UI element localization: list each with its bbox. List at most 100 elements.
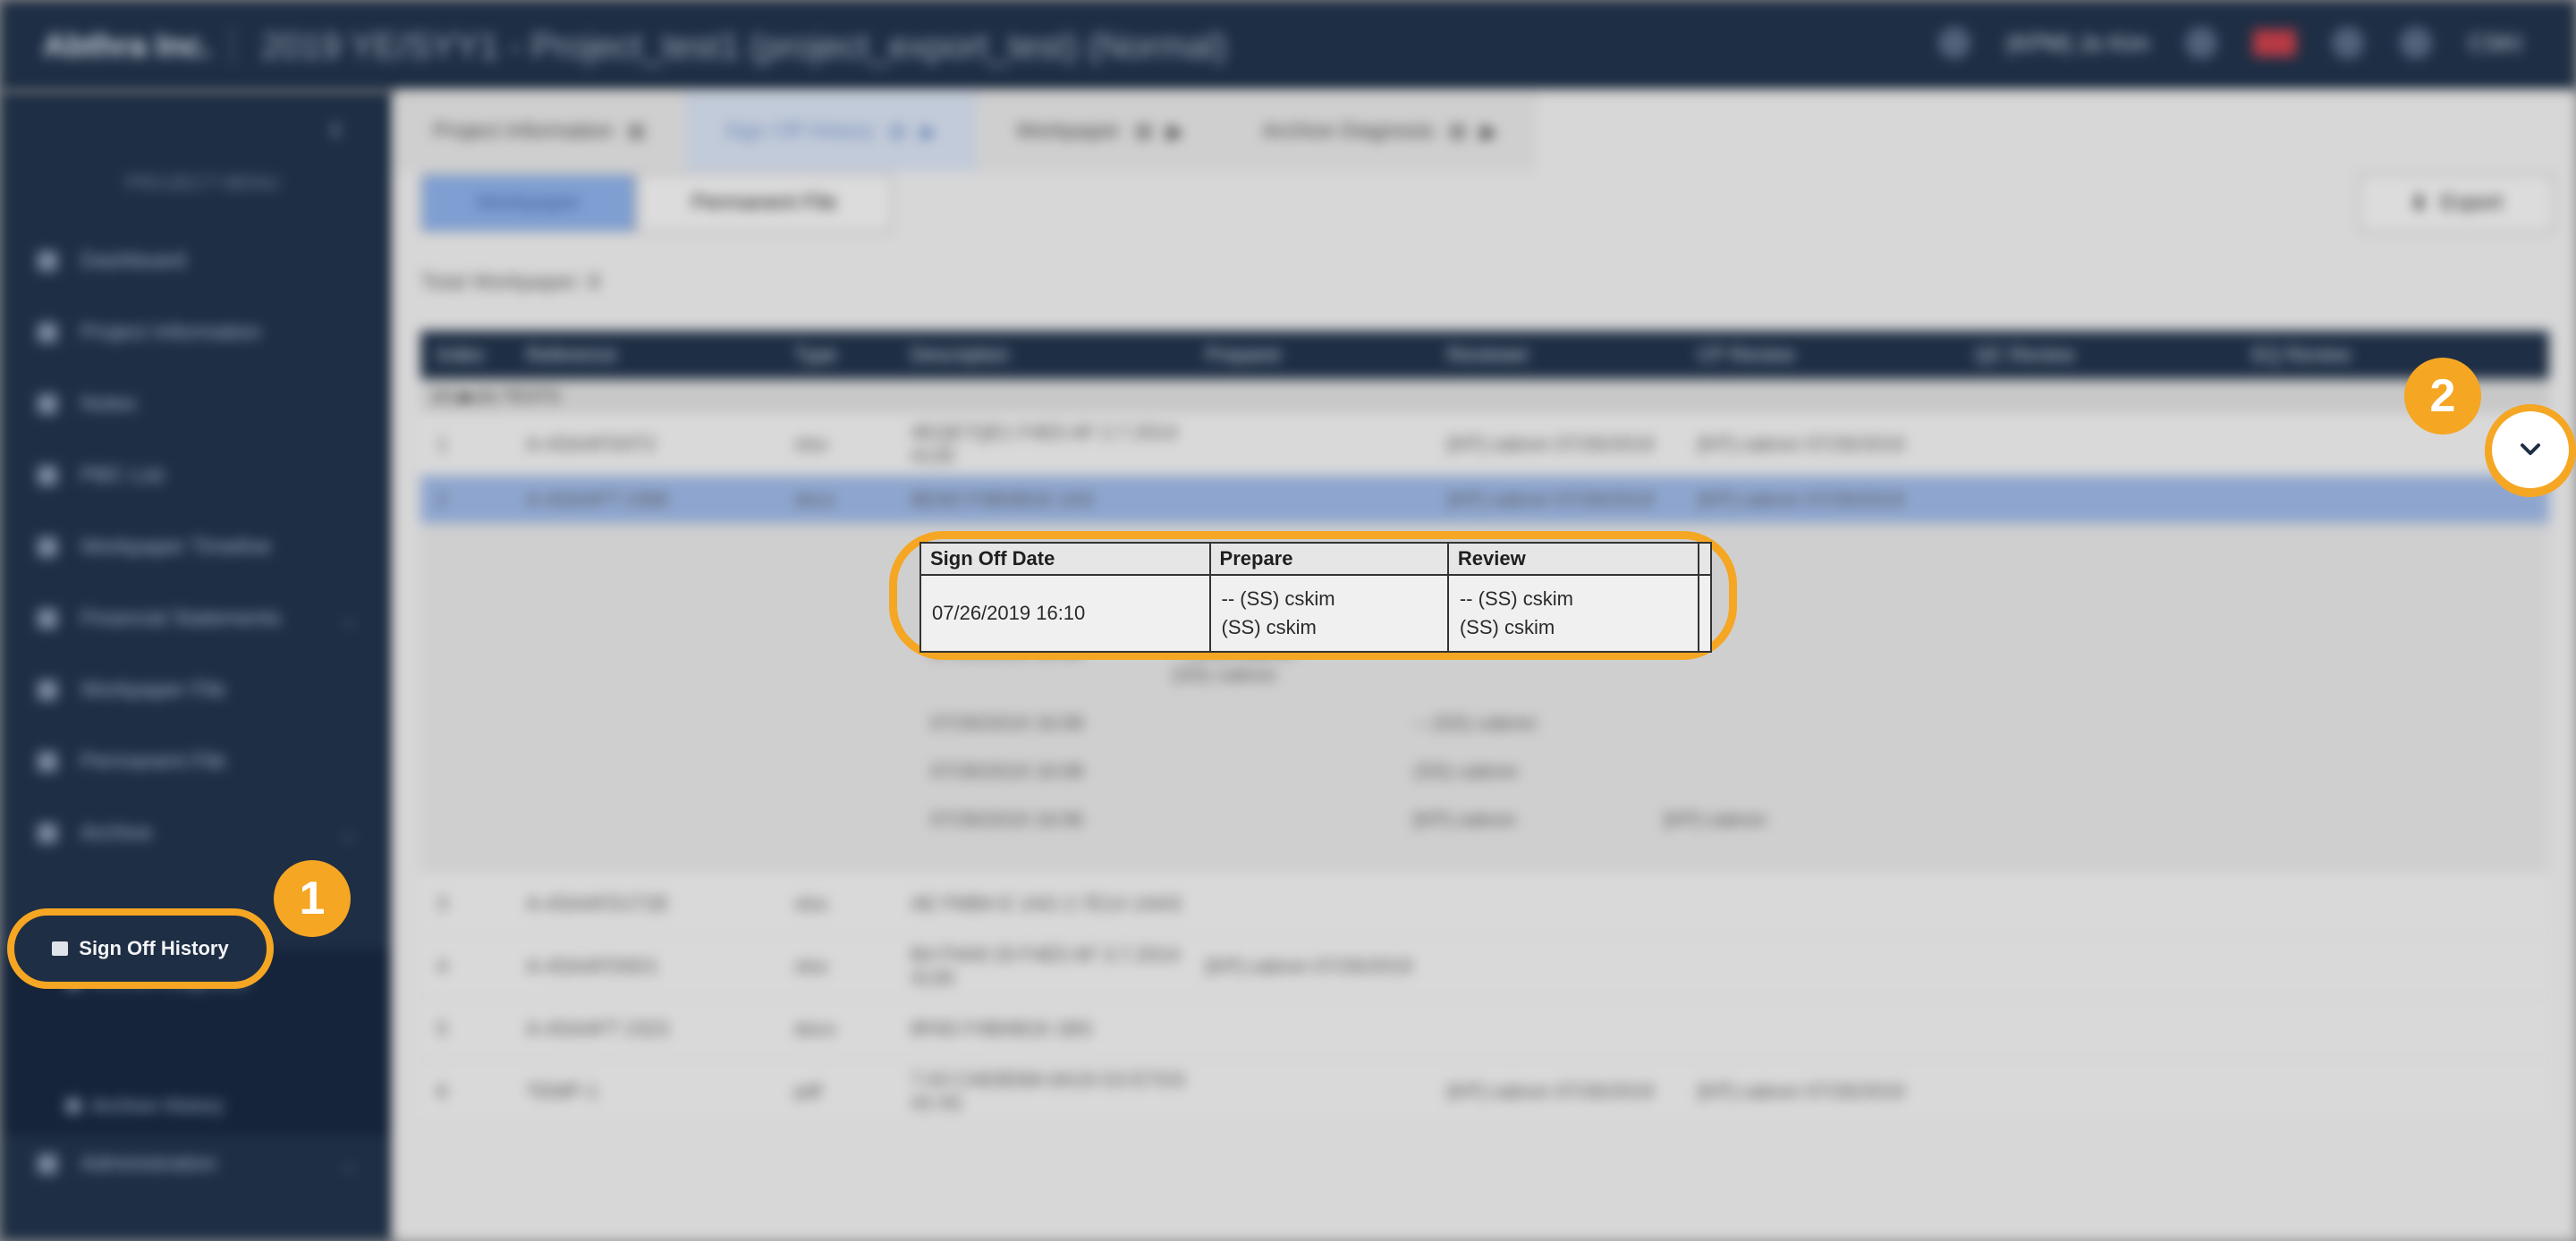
tab-sign-off-history[interactable]: Sign Off History ⊠ ▶ (684, 91, 977, 172)
timeline-icon (38, 537, 57, 557)
help-icon[interactable] (2400, 27, 2433, 59)
close-icon[interactable]: ⊠ (1135, 119, 1153, 145)
sidebar-item-project-information[interactable]: Project Information (0, 297, 394, 368)
col-index[interactable]: Index (420, 343, 510, 367)
cell-type: docx (794, 1017, 836, 1040)
play-icon[interactable]: ▶ (920, 119, 936, 145)
cell-index: 2 (436, 487, 448, 511)
close-icon[interactable]: ⊠ (888, 119, 906, 145)
sidebar-item-label: Archive (80, 821, 153, 845)
table-row-selected[interactable]: 2 A-4SAAFT 2366 docx 8EAD F4BAB16 1AS [K… (420, 476, 2549, 524)
review-line-1: -- (SS) cskim (1459, 587, 1573, 610)
cell-reviewer: [KP] cabron 07/26/2019 (1447, 1079, 1655, 1102)
user-info[interactable]: (KPM) Jo Kim (2006, 30, 2149, 57)
alert-icon[interactable] (2332, 27, 2365, 59)
sidebar-item-label: Permanent File (80, 749, 226, 773)
col-preparer[interactable]: Preparer (1190, 343, 1431, 367)
sidebar-item-administration[interactable]: Administration ⌄ (0, 1128, 394, 1200)
tab-archive-diagnosis[interactable]: Archive Diagnosis ⊠ ▶ (1223, 91, 1537, 172)
play-icon[interactable]: ▶ (1167, 119, 1183, 145)
cell-description: B4 P4A9 20 F4E5 AF 3.7.2014 4130 (911, 942, 1180, 989)
cell-reference: A-4SAAFD1T2E (526, 891, 670, 915)
table-row[interactable]: 1 A-4SAAFD0T2 xlsx 4EQE7QE1 F4E5 AF 2.7.… (420, 413, 2549, 476)
tab-workpaper[interactable]: Workpaper ⊠ ▶ (976, 91, 1224, 172)
info-icon (38, 323, 57, 342)
sidebar: ‹ PROJECT MENU Dashboard Project Informa… (0, 91, 394, 1241)
sidebar-item-financial-statements[interactable]: Financial Statements ⌄ (0, 583, 394, 654)
cell-type: xlsx (794, 954, 828, 977)
main-content: Project Information ⊠ Sign Off History ⊠ ▶ … (394, 91, 2576, 1241)
header-prepare: Prepare (1210, 544, 1447, 576)
cell-description: 8EAD F4BAB16 1AS (911, 487, 1095, 511)
sidebar-item-label: Workpaper Timeline (80, 535, 271, 559)
col-type[interactable]: Type (778, 343, 894, 367)
table-row[interactable]: 4 A-4SAAFD0D1 xlsx B4 P4A9 20 F4E5 AF 3.… (420, 935, 2549, 998)
collapse-sidebar-icon[interactable]: ‹ (329, 106, 343, 150)
export-button[interactable]: ⬇ Export (2358, 173, 2555, 232)
sidebar-item-label: Project Information (80, 320, 261, 344)
cell-description: 4EQE7QE1 F4E5 AF 2.7.2014 4130 (911, 420, 1178, 467)
prepare-line-2: (SS) cskim (1221, 616, 1317, 638)
tab-label: Workpaper (1015, 119, 1121, 143)
tab-bar: Project Information ⊠ Sign Off History ⊠ ▶ … (394, 91, 2576, 172)
sidebar-item-workpaper-timeline[interactable]: Workpaper Timeline (0, 511, 394, 583)
sidebar-item-workpaper-file[interactable]: Workpaper File (0, 654, 394, 726)
close-icon[interactable]: ⊠ (627, 119, 645, 145)
history-review: -- (SS) cabron (1413, 712, 1538, 734)
permanent-file-toggle-button[interactable]: Permanent File (635, 173, 893, 232)
col-cp-review[interactable]: CP Review (1682, 343, 1959, 367)
workpaper-toggle-button[interactable]: Workpaper (420, 173, 636, 232)
sidebar-item-label: Sign Off History (79, 937, 229, 959)
col-reviewer[interactable]: Reviewer (1431, 343, 1682, 367)
sidebar-item-archive[interactable]: Archive ⌄ (0, 798, 394, 869)
total-count: Total Workpaper: 8 (420, 270, 600, 294)
tab-project-information[interactable]: Project Information ⊠ (394, 91, 685, 172)
list-icon (38, 466, 57, 485)
close-icon[interactable]: ⊠ (1448, 119, 1466, 145)
chevron-down-icon: ⌄ (339, 821, 358, 846)
play-icon[interactable]: ▶ (1480, 119, 1496, 145)
sidebar-item-dashboard[interactable]: Dashboard (0, 225, 394, 297)
col-review: Review -- (SS) cskim (SS) cskim (1448, 544, 1699, 651)
sidebar-item-label: PBC List (80, 463, 165, 487)
group-row[interactable]: (A) ▶(A) TESTS (420, 379, 2549, 413)
table-row[interactable]: 5 A-4SAAFT 2323 docx 8FAD F4BAB16 1BS (420, 998, 2549, 1060)
notification-icon[interactable] (2185, 27, 2218, 59)
cell-reference: A-4SAAFD0D1 (526, 954, 658, 977)
sidebar-item-sign-off-history[interactable]: Sign Off History (7, 908, 274, 989)
step-badge-1: 1 (274, 860, 351, 937)
flag-icon[interactable] (2253, 30, 2297, 56)
user-avatar-icon[interactable] (1937, 27, 1970, 59)
history-cp-review: [KP] cabron (1664, 808, 1767, 831)
sidebar-item-pbc-list[interactable]: PBC List (0, 440, 394, 511)
review-line-2: (SS) cskim (1459, 616, 1555, 638)
header-sign-off-date: Sign Off Date (921, 544, 1209, 576)
table-row[interactable]: 3 A-4SAAFD1T2E xlsx AE FMB4 E 1AG 2.7E14… (420, 873, 2549, 935)
sidebar-item-label: Workpaper File (80, 678, 226, 702)
cell-cp-review: [KP] cabron 07/26/2019 (1698, 487, 1905, 511)
cell-index: 5 (436, 1017, 448, 1040)
col-description[interactable]: Description (894, 343, 1190, 367)
col-qc-review[interactable]: QC Review (1959, 343, 2236, 367)
account-menu[interactable]: CSKI (2468, 30, 2522, 57)
sidebar-item-notes[interactable]: Notes (0, 368, 394, 440)
cell-type: docx (794, 487, 836, 511)
sidebar-item-label: Financial Statements (80, 606, 282, 630)
expand-row-button[interactable] (2492, 411, 2569, 488)
col-prepare: Prepare -- (SS) cskim (SS) cskim (1210, 544, 1449, 651)
chart-icon (38, 609, 57, 629)
step-badge-2: 2 (2404, 358, 2481, 435)
brand-logo[interactable]: Abthra Inc. (43, 27, 211, 64)
history-date: 07/26/2019 16:08 (930, 760, 1084, 782)
archive-icon (38, 823, 57, 843)
table-row[interactable]: 6 TEMP-1 pdf 7 A3 CAE8D8A 6A19 G3 E7GS 4… (420, 1060, 2549, 1123)
history-date: 07/26/2019 16:08 (930, 712, 1084, 734)
sidebar-item-permanent-file[interactable]: Permanent File (0, 726, 394, 798)
project-title: 2019 YE/SYY1 - Project_test1 (project_ex… (261, 27, 1227, 66)
cell-index: 6 (436, 1079, 448, 1102)
cell-reviewer: [KP] cabron 07/26/2019 (1447, 487, 1655, 511)
cell-cp-review: [KP] cabron 07/26/2019 (1698, 1079, 1905, 1102)
chevron-down-icon: ⌄ (339, 1152, 358, 1177)
col-reference[interactable]: Reference (510, 343, 778, 367)
cell-index: 3 (436, 891, 448, 915)
